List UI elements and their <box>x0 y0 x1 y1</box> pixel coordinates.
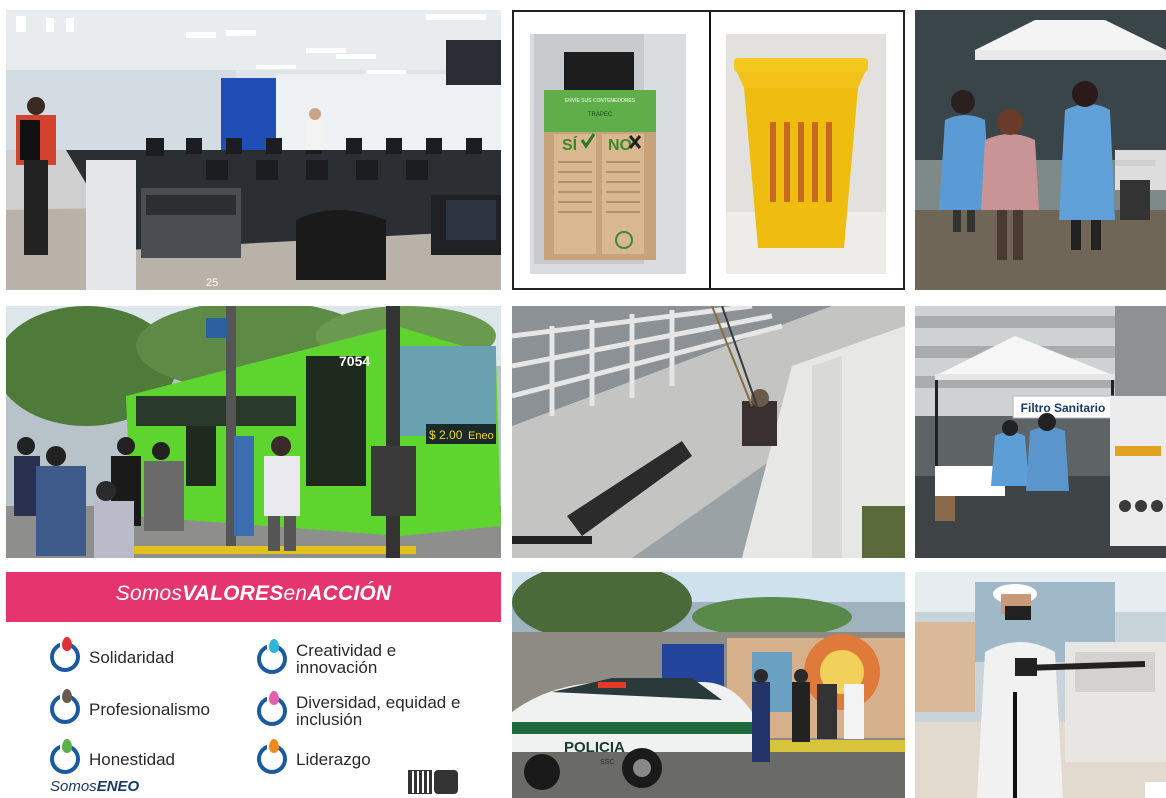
monitor-number: 25 <box>206 277 218 289</box>
value-diversidad: Diversidad, equidad e inclusión <box>257 691 477 729</box>
value-solidaridad: Solidaridad <box>50 637 175 672</box>
values-card: SomosVALORESenACCIÓN Solidaridad Creativ… <box>6 572 501 798</box>
value-label: Solidaridad <box>89 647 175 667</box>
disinfection-worker-photo <box>915 572 1166 798</box>
power-drop-icon <box>50 739 80 774</box>
maintenance-worker-photo <box>512 306 905 558</box>
value-creatividad: Creatividad e innovación <box>257 639 437 677</box>
power-drop-icon <box>50 637 80 672</box>
recycling-bins-photo: ENVÍE SUS CONTENEDORES TRAPEC SÍ NO <box>512 10 905 290</box>
police-car-photo: POLICIA SSC <box>512 572 905 798</box>
tent-sign: Filtro Sanitario <box>1021 401 1106 415</box>
police-car-subtext: SSC <box>600 759 614 766</box>
power-drop-icon <box>257 691 287 726</box>
value-profesionalismo: Profesionalismo <box>50 689 210 724</box>
police-car-text: POLICIA <box>564 739 625 756</box>
footer-brand: SomosENEO <box>50 778 140 795</box>
box-header: ENVÍE SUS CONTENEDORES <box>565 97 636 104</box>
value-label: Liderazgo <box>296 749 371 769</box>
box-yes-label: SÍ <box>562 135 578 154</box>
sanitary-filter-photo: Filtro Sanitario <box>915 306 1166 558</box>
value-honestidad: Honestidad <box>50 739 176 774</box>
power-drop-icon <box>257 739 287 774</box>
health-workers-photo <box>915 10 1166 290</box>
value-label: Creatividad e innovación <box>296 641 397 677</box>
value-label: Diversidad, equidad e inclusión <box>296 693 461 729</box>
value-label: Honestidad <box>89 749 176 769</box>
box-brand: TRAPEC <box>588 112 613 118</box>
box-no-label: NO <box>608 137 632 154</box>
value-label: Profesionalismo <box>89 699 210 719</box>
bus-fleet-number: 7054 <box>339 353 370 369</box>
values-banner: SomosVALORESenACCIÓN <box>6 572 501 622</box>
value-liderazgo: Liderazgo <box>257 739 371 774</box>
power-drop-icon <box>257 639 287 674</box>
bus-fare-display: $ 2.00 <box>429 428 463 442</box>
computer-lab-photo: 25 <box>6 10 501 290</box>
power-drop-icon <box>50 689 80 724</box>
bus-photo: 7054 $ 2.00 Eneo <box>6 306 501 558</box>
logo-icon <box>434 770 458 794</box>
values-banner-title: SomosVALORESenACCIÓN <box>115 582 392 605</box>
qr-code-icon <box>408 770 432 794</box>
bus-route-name: Eneo <box>468 430 494 442</box>
